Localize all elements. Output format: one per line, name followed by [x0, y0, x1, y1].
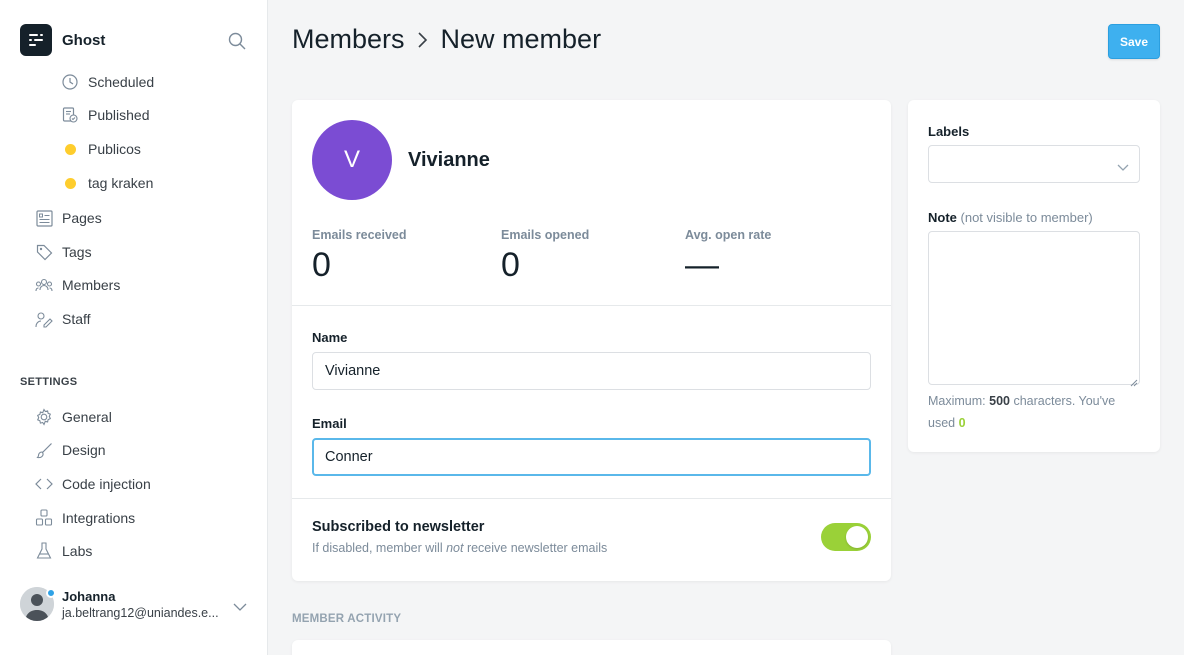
sidebar-item-tag-kraken[interactable]: tag kraken	[62, 172, 153, 194]
sidebar-item-label: tag kraken	[88, 175, 154, 191]
brand[interactable]: Ghost	[20, 24, 105, 56]
member-activity-heading: MEMBER ACTIVITY	[292, 613, 402, 625]
code-icon	[35, 475, 53, 493]
clock-icon	[62, 74, 78, 90]
sidebar-item-integrations[interactable]: Integrations	[35, 507, 135, 529]
sidebar-item-label: Staff	[62, 311, 91, 327]
newsletter-title: Subscribed to newsletter	[312, 519, 485, 535]
sidebar: Ghost Scheduled Published Publicos tag k…	[0, 0, 268, 655]
email-field[interactable]	[312, 438, 871, 476]
sidebar-item-general[interactable]: General	[35, 406, 112, 428]
save-button[interactable]: Save	[1108, 24, 1160, 59]
members-icon	[35, 276, 53, 294]
stat-value: 0	[312, 246, 331, 284]
chevron-down-icon	[1117, 159, 1129, 177]
flask-icon	[35, 542, 53, 560]
sidebar-item-label: Tags	[62, 244, 92, 260]
note-textarea[interactable]	[928, 231, 1140, 385]
member-details-card: V Vivianne Emails received 0 Emails open…	[292, 100, 891, 581]
stat-label: Emails opened	[501, 228, 590, 242]
ghost-logo-icon	[20, 24, 52, 56]
newsletter-toggle[interactable]	[821, 523, 871, 551]
sidebar-item-staff[interactable]: Staff	[35, 308, 91, 330]
note-char-count: Maximum: 500 characters. You've used 0	[928, 394, 1116, 430]
divider	[292, 498, 891, 499]
labels-label: Labels	[928, 124, 970, 139]
sidebar-item-pages[interactable]: Pages	[35, 207, 102, 229]
name-label: Name	[312, 330, 348, 345]
sidebar-item-design[interactable]: Design	[35, 439, 106, 461]
gear-icon	[35, 408, 53, 426]
tag-dot-icon	[62, 141, 78, 157]
sidebar-item-label: Code injection	[62, 476, 151, 492]
note-label: Note (not visible to member)	[928, 210, 1093, 225]
integrations-icon	[35, 509, 53, 527]
name-field[interactable]	[312, 352, 871, 390]
chevron-right-icon	[417, 30, 429, 50]
stat-label: Avg. open rate	[685, 228, 772, 242]
sidebar-item-label: Publicos	[88, 141, 141, 157]
stat-emails-received: Emails received 0	[312, 228, 407, 285]
labels-select[interactable]	[928, 145, 1140, 183]
stat-label: Emails received	[312, 228, 407, 242]
pages-icon	[35, 209, 53, 227]
sidebar-item-labs[interactable]: Labs	[35, 540, 92, 562]
published-icon	[62, 107, 78, 123]
member-meta-card: Labels Note (not visible to member) Maxi…	[908, 100, 1160, 452]
member-display-name: Vivianne	[408, 149, 490, 171]
sidebar-item-label: Scheduled	[88, 74, 155, 90]
sidebar-item-label: Pages	[62, 210, 102, 226]
sidebar-item-label: General	[62, 409, 112, 425]
stat-value: 0	[501, 246, 520, 284]
sidebar-item-label: Integrations	[62, 510, 136, 526]
breadcrumb: Members New member	[292, 24, 601, 55]
user-name: Johanna	[62, 588, 116, 604]
sidebar-item-label: Members	[62, 277, 121, 293]
email-label: Email	[312, 416, 347, 431]
member-activity-card	[292, 640, 891, 655]
sidebar-item-publicos[interactable]: Publicos	[62, 138, 141, 160]
sidebar-item-scheduled[interactable]: Scheduled	[62, 71, 154, 93]
page-title: New member	[440, 24, 602, 54]
brand-name: Ghost	[62, 31, 106, 49]
note-hint: (not visible to member)	[960, 210, 1093, 225]
brush-icon	[35, 441, 53, 459]
user-email: ja.beltrang12@uniandes.e...	[62, 605, 219, 620]
stat-value: —	[685, 246, 719, 284]
sidebar-item-tags[interactable]: Tags	[35, 241, 92, 263]
stat-avg-open-rate: Avg. open rate —	[685, 228, 771, 285]
sidebar-item-label: Published	[88, 107, 150, 123]
breadcrumb-members-link[interactable]: Members	[292, 24, 405, 55]
sidebar-item-code-injection[interactable]: Code injection	[35, 473, 151, 495]
newsletter-description: If disabled, member will not receive new…	[312, 541, 608, 555]
divider	[292, 305, 891, 306]
search-icon[interactable]	[228, 32, 248, 52]
tag-icon	[35, 243, 53, 261]
sidebar-item-label: Design	[62, 442, 106, 458]
settings-section-label: SETTINGS	[20, 376, 78, 388]
sidebar-item-published[interactable]: Published	[62, 104, 150, 126]
status-badge	[46, 588, 56, 598]
member-avatar: V	[312, 120, 392, 200]
toggle-knob	[846, 526, 868, 548]
stat-emails-opened: Emails opened 0	[501, 228, 589, 285]
sidebar-item-label: Labs	[62, 543, 93, 559]
staff-icon	[35, 310, 53, 328]
sidebar-item-members[interactable]: Members	[35, 274, 120, 296]
tag-dot-icon	[62, 175, 78, 191]
chevron-down-icon	[233, 599, 247, 617]
